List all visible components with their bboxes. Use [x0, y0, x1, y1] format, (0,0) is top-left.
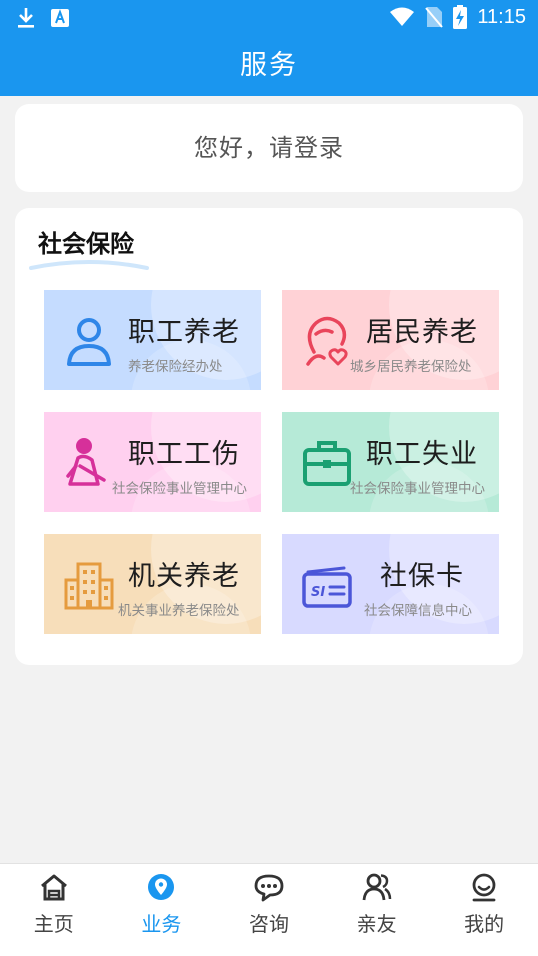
nav-mine[interactable]: 我的: [430, 864, 538, 956]
chat-bubble-icon: [254, 874, 284, 902]
status-bar: 11:15: [0, 0, 538, 36]
location-pin-icon: [148, 874, 175, 900]
contacts-icon: [362, 873, 391, 901]
nav-label: 主页: [33, 912, 74, 936]
tile-subtitle: 养老保险经办处: [128, 359, 223, 375]
app-header: 服务: [0, 36, 538, 96]
injury-icon: [66, 438, 106, 486]
tile-work-injury[interactable]: 职工工伤 社会保险事业管理中心: [44, 412, 261, 512]
nav-label: 业务: [141, 912, 182, 936]
title-underline-decoration: [29, 260, 149, 270]
svg-text:SI: SI: [311, 585, 325, 600]
login-card[interactable]: 您好，请登录: [15, 104, 523, 192]
tile-subtitle: 社会保障信息中心: [364, 603, 472, 619]
nav-label: 我的: [464, 912, 505, 936]
briefcase-icon: [303, 441, 351, 486]
tile-resident-pension[interactable]: 居民养老 城乡居民养老保险处: [282, 290, 499, 390]
profile-icon: [472, 873, 496, 902]
login-prompt[interactable]: 您好，请登录: [194, 134, 344, 162]
wifi-icon: [390, 7, 415, 26]
tile-title: 职工失业: [366, 439, 478, 470]
home-icon: [40, 874, 67, 901]
resident-heart-icon: [306, 316, 348, 366]
battery-charging-icon: [453, 5, 468, 29]
bottom-nav: 主页 业务 咨询 亲友 我的: [0, 863, 538, 956]
download-icon: [18, 8, 34, 28]
nav-home[interactable]: 主页: [0, 864, 108, 956]
nav-business[interactable]: 业务: [108, 864, 216, 956]
tile-subtitle: 机关事业养老保险处: [118, 603, 240, 619]
tile-government-pension[interactable]: 机关养老 机关事业养老保险处: [44, 534, 261, 634]
tile-title: 居民养老: [366, 317, 478, 348]
tile-social-security-card[interactable]: SI 社保卡 社会保障信息中心: [282, 534, 499, 634]
si-card-icon: SI: [302, 566, 352, 608]
tile-subtitle: 社会保险事业管理中心: [350, 481, 485, 497]
tile-subtitle: 社会保险事业管理中心: [112, 481, 247, 497]
tile-subtitle: 城乡居民养老保险处: [350, 359, 472, 375]
status-time: 11:15: [477, 5, 526, 28]
page-title: 服务: [240, 50, 298, 81]
no-sim-icon: [425, 7, 444, 28]
app-a-icon: [51, 9, 69, 27]
tile-unemployment[interactable]: 职工失业 社会保险事业管理中心: [282, 412, 499, 512]
nav-friends[interactable]: 亲友: [323, 864, 431, 956]
tile-title: 机关养老: [128, 561, 240, 592]
nav-label: 亲友: [356, 912, 397, 936]
tile-title: 职工养老: [128, 317, 240, 348]
section-title: 社会保险: [38, 230, 134, 258]
nav-label: 咨询: [248, 912, 289, 936]
tile-title: 职工工伤: [128, 439, 240, 470]
nav-consult[interactable]: 咨询: [215, 864, 323, 956]
tile-title: 社保卡: [380, 561, 464, 592]
social-insurance-section: 社会保险 职工养老 养老保险经办处 居民养老 城乡居民养老保险处 职工工伤 社会…: [15, 208, 523, 665]
tile-employee-pension[interactable]: 职工养老 养老保险经办处: [44, 290, 261, 390]
person-icon: [67, 318, 111, 366]
building-icon: [64, 562, 114, 610]
